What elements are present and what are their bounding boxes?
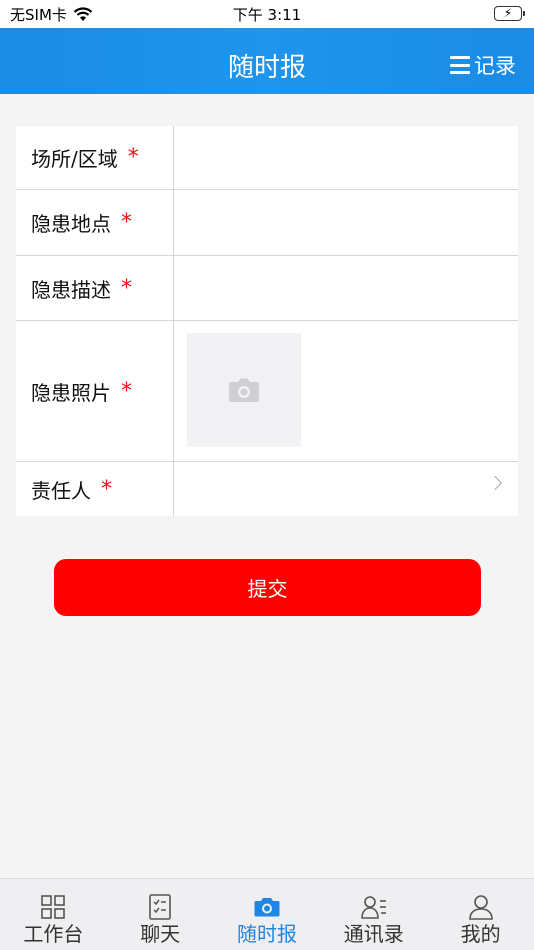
required-mark: * [121, 275, 132, 301]
tab-chat[interactable]: 聊天 [107, 879, 214, 950]
form-row-area: 场所/区域 * [16, 126, 518, 190]
form-row-location: 隐患地点 * [16, 190, 518, 256]
status-time: 下午 3:11 [232, 6, 302, 24]
submit-button[interactable]: 提交 [54, 559, 481, 616]
menu-icon [450, 56, 470, 74]
tab-contacts[interactable]: 通讯录 [320, 879, 427, 950]
form-row-photo: 隐患照片 * [16, 321, 518, 462]
tab-bar: 工作台 聊天 随时报 通讯录 我的 [0, 878, 534, 950]
grid-icon [41, 895, 66, 919]
tab-label: 聊天 [140, 922, 181, 946]
tab-mine[interactable]: 我的 [427, 879, 534, 950]
report-form: 场所/区域 * 隐患地点 * 隐患描述 * 隐患照片 * 责任人 * [16, 126, 518, 516]
add-photo-button[interactable] [187, 333, 301, 447]
charging-bolt-icon: ⚡ [503, 6, 513, 20]
description-input[interactable] [174, 256, 518, 320]
form-row-responsible: 责任人 * [16, 462, 518, 516]
field-label-description: 隐患描述 [31, 277, 111, 302]
required-mark: * [127, 145, 139, 170]
chevron-right-icon [487, 475, 503, 491]
field-label-area: 场所/区域 [31, 147, 118, 171]
tab-report[interactable]: 随时报 [214, 879, 321, 950]
tab-label: 工作台 [23, 922, 84, 946]
nav-bar: 随时报 记录 [0, 28, 534, 94]
field-label-location: 隐患地点 [31, 212, 111, 236]
form-row-description: 隐患描述 * [16, 256, 518, 321]
record-label: 记录 [474, 54, 516, 78]
camera-icon [229, 378, 259, 402]
tab-label: 通讯录 [343, 922, 404, 946]
checklist-icon [149, 894, 171, 920]
area-input[interactable] [174, 126, 518, 189]
tab-workbench[interactable]: 工作台 [0, 879, 107, 950]
tab-label: 我的 [460, 922, 501, 946]
field-label-responsible: 责任人 [31, 478, 91, 503]
required-mark: * [101, 476, 112, 502]
field-label-photo: 隐患照片 [31, 380, 111, 405]
contacts-icon [360, 896, 386, 919]
person-icon [468, 895, 493, 920]
record-button[interactable]: 记录 [450, 50, 516, 80]
responsible-picker[interactable] [174, 462, 518, 516]
status-bar: 无SIM卡 下午 3:11 ⚡ [0, 0, 534, 28]
battery-icon: ⚡ [494, 6, 525, 21]
tab-label: 随时报 [236, 922, 297, 946]
location-input[interactable] [174, 190, 518, 255]
camera-icon [254, 898, 280, 917]
required-mark: * [121, 378, 132, 404]
required-mark: * [121, 210, 132, 235]
